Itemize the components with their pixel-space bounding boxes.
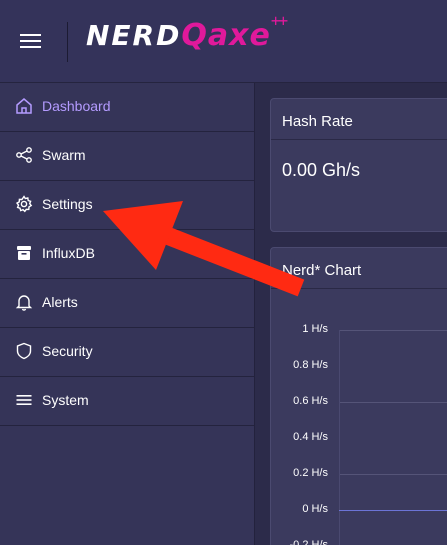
sidebar-item-label: Alerts <box>42 294 78 310</box>
y-tick-label: 0.4 H/s <box>293 431 328 443</box>
sidebar-item-label: System <box>42 392 89 408</box>
hashrate-card: Hash Rate 0.00 Gh/s <box>270 98 447 232</box>
y-tick-label: 0.8 H/s <box>293 359 328 371</box>
sidebar-item-alerts[interactable]: Alerts <box>0 279 254 328</box>
home-icon <box>15 97 33 115</box>
chart-card: Nerd* Chart 1 H/s 0.8 H/s 0.6 H/s 0.4 H/s 0.… <box>270 247 447 545</box>
top-bar: NERDQaxe++ <box>0 0 447 83</box>
logo-plus: ++ <box>270 10 288 30</box>
hashrate-title: Hash Rate <box>282 113 353 130</box>
chart-title: Nerd* Chart <box>282 262 362 279</box>
sidebar-item-swarm[interactable]: Swarm <box>0 132 254 181</box>
y-tick-label: 0.6 H/s <box>293 395 328 407</box>
sidebar-item-label: Security <box>42 343 93 359</box>
sidebar-item-influxdb[interactable]: InfluxDB <box>0 230 254 279</box>
database-icon <box>15 244 33 262</box>
sidebar-item-system[interactable]: System <box>0 377 254 426</box>
sidebar-item-label: Dashboard <box>42 98 111 114</box>
sidebar-item-label: Settings <box>42 196 93 212</box>
y-tick-label: 0 H/s <box>302 503 328 515</box>
sidebar-item-security[interactable]: Security <box>0 328 254 377</box>
grid-line <box>339 330 447 331</box>
sidebar-item-label: InfluxDB <box>42 245 95 261</box>
shield-icon <box>15 342 33 360</box>
card-header: Hash Rate <box>271 99 447 140</box>
logo-accent: Qaxe <box>181 18 271 53</box>
bell-icon <box>15 293 33 311</box>
share-icon <box>15 146 33 164</box>
app-logo[interactable]: NERDQaxe++ <box>86 11 288 64</box>
y-tick-label: -0.2 H/s <box>289 539 328 545</box>
y-tick-label: 0.2 H/s <box>293 467 328 479</box>
hashrate-value: 0.00 Gh/s <box>282 160 361 180</box>
logo-main: NERD <box>86 19 182 52</box>
sidebar: Dashboard Swarm Settings InfluxDB Alerts… <box>0 83 255 545</box>
series-line <box>339 510 447 511</box>
list-icon <box>15 391 33 409</box>
grid-line <box>339 474 447 475</box>
hamburger-menu-icon[interactable] <box>17 29 45 53</box>
grid-line <box>339 402 447 403</box>
header-divider <box>67 22 68 62</box>
sidebar-item-dashboard[interactable]: Dashboard <box>0 83 254 132</box>
y-axis-line <box>339 330 340 545</box>
card-header: Nerd* Chart <box>271 248 447 289</box>
gear-icon <box>15 195 33 213</box>
sidebar-item-label: Swarm <box>42 147 86 163</box>
y-tick-label: 1 H/s <box>302 323 328 335</box>
sidebar-item-settings[interactable]: Settings <box>0 181 254 230</box>
